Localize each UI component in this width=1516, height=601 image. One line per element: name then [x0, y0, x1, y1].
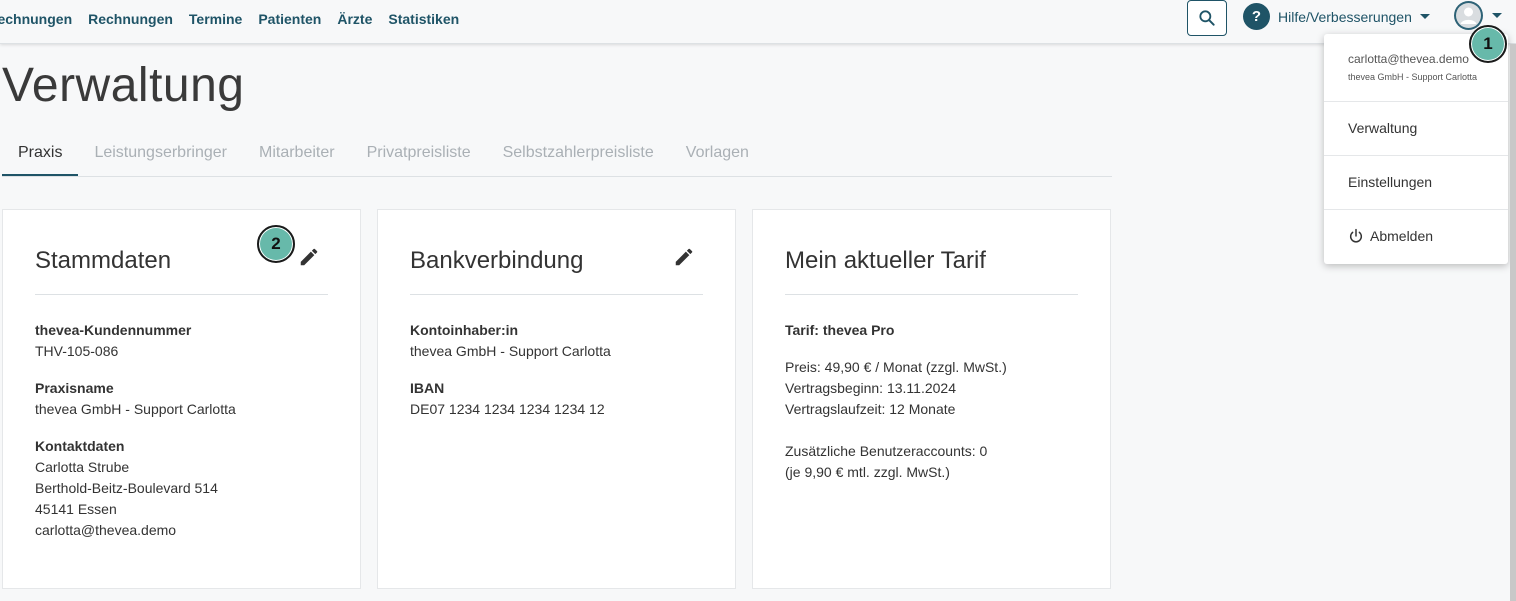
pencil-icon[interactable]	[298, 246, 320, 268]
kontoinhaber-label: Kontoinhaber:in	[410, 322, 519, 338]
user-avatar-icon	[1456, 3, 1481, 28]
nav-item-statistiken[interactable]: Statistiken	[388, 11, 459, 27]
menu-divider	[1324, 209, 1508, 210]
kundennummer-label: thevea-Kundennummer	[35, 322, 192, 338]
main-nav: rechnungen Rechnungen Termine Patienten …	[0, 11, 459, 27]
tab-leistungserbringer[interactable]: Leistungserbringer	[78, 132, 243, 176]
tarif-preis: Preis: 49,90 € / Monat (zzgl. MwSt.)	[785, 359, 1007, 375]
menu-item-verwaltung[interactable]: Verwaltung	[1348, 120, 1417, 136]
step-badge-2: 2	[257, 225, 295, 263]
nav-item-aerzte[interactable]: Ärzte	[337, 11, 372, 27]
tarif-card: Mein aktueller Tarif Tarif: thevea Pro P…	[752, 209, 1111, 589]
tarif-benutzeraccounts: Zusätzliche Benutzeraccounts: 0	[785, 443, 988, 459]
card-divider	[410, 294, 703, 295]
tab-vorlagen[interactable]: Vorlagen	[670, 132, 765, 176]
search-icon	[1199, 10, 1215, 26]
bankverbindung-card: Bankverbindung Kontoinhaber:in thevea Gm…	[377, 209, 736, 589]
menu-item-abmelden[interactable]: Abmelden	[1348, 228, 1433, 244]
help-icon: ?	[1243, 3, 1270, 30]
tarif-vertragsbeginn: Vertragsbeginn: 13.11.2024	[785, 380, 956, 396]
tab-praxis[interactable]: Praxis	[2, 132, 79, 176]
tab-privatpreisliste[interactable]: Privatpreisliste	[351, 132, 487, 176]
kontakt-ort: 45141 Essen	[35, 501, 117, 517]
bankverbindung-body: Kontoinhaber:in thevea GmbH - Support Ca…	[410, 320, 611, 436]
iban-value: DE07 1234 1234 1234 1234 12	[410, 401, 605, 417]
kontakt-name: Carlotta Strube	[35, 459, 130, 475]
tarif-title: Mein aktueller Tarif	[785, 247, 986, 274]
user-email: carlotta@thevea.demo	[1348, 52, 1469, 66]
kontakt-strasse: Berthold-Beitz-Boulevard 514	[35, 480, 218, 496]
page-title: Verwaltung	[2, 59, 245, 112]
user-organization: thevea GmbH - Support Carlotta	[1348, 72, 1478, 82]
menu-item-label: Verwaltung	[1348, 120, 1418, 136]
top-navbar: rechnungen Rechnungen Termine Patienten …	[0, 0, 1516, 44]
card-divider	[785, 294, 1078, 295]
scrollbar[interactable]	[1510, 44, 1516, 601]
tarif-vertragslaufzeit: Vertragslaufzeit: 12 Monate	[785, 401, 956, 417]
menu-divider	[1324, 101, 1508, 102]
stammdaten-title: Stammdaten	[35, 247, 172, 274]
menu-item-label: Einstellungen	[1348, 174, 1433, 190]
stammdaten-body: thevea-Kundennummer THV-105-086 Praxisna…	[35, 320, 236, 557]
power-icon	[1350, 228, 1362, 243]
help-label: Hilfe/Verbesserungen	[1278, 8, 1412, 25]
nav-item-patienten[interactable]: Patienten	[258, 11, 321, 27]
tarif-body: Tarif: thevea Pro Preis: 49,90 € / Monat…	[785, 320, 1007, 499]
user-menu-caret-icon[interactable]	[1492, 13, 1502, 18]
menu-divider	[1324, 155, 1508, 156]
bankverbindung-title: Bankverbindung	[410, 247, 584, 274]
tarif-benutzeraccounts-preis: (je 9,90 € mtl. zzgl. MwSt.)	[785, 464, 950, 480]
tab-bar: Praxis Leistungserbringer Mitarbeiter Pr…	[2, 132, 1112, 177]
help-menu-button[interactable]: ? Hilfe/Verbesserungen	[1243, 3, 1430, 30]
step-badge-1: 1	[1469, 25, 1507, 63]
tarif-name: Tarif: thevea Pro	[785, 322, 895, 338]
kontaktdaten-label: Kontaktdaten	[35, 438, 125, 454]
tab-mitarbeiter[interactable]: Mitarbeiter	[243, 132, 351, 176]
kontoinhaber-value: thevea GmbH - Support Carlotta	[410, 343, 611, 359]
iban-label: IBAN	[410, 380, 445, 396]
menu-item-einstellungen[interactable]: Einstellungen	[1348, 174, 1432, 190]
tab-selbstzahlerpreisliste[interactable]: Selbstzahlerpreisliste	[487, 132, 670, 176]
nav-item-rechnungen-partial[interactable]: rechnungen	[0, 11, 72, 27]
menu-item-label: Abmelden	[1370, 228, 1434, 244]
praxisname-label: Praxisname	[35, 380, 114, 396]
search-button[interactable]	[1187, 0, 1227, 36]
user-avatar-button[interactable]	[1454, 1, 1483, 30]
user-dropdown-menu: carlotta@thevea.demo thevea GmbH - Suppo…	[1324, 34, 1508, 264]
kontakt-email: carlotta@thevea.demo	[35, 522, 177, 538]
stammdaten-card: Stammdaten thevea-Kundennummer THV-105-0…	[2, 209, 361, 589]
nav-item-rechnungen[interactable]: Rechnungen	[88, 11, 173, 27]
praxisname-value: thevea GmbH - Support Carlotta	[35, 401, 236, 417]
chevron-down-icon	[1419, 14, 1430, 19]
pencil-icon[interactable]	[673, 246, 695, 268]
card-divider	[35, 294, 328, 295]
nav-item-termine[interactable]: Termine	[189, 11, 242, 27]
kundennummer-value: THV-105-086	[35, 343, 119, 359]
